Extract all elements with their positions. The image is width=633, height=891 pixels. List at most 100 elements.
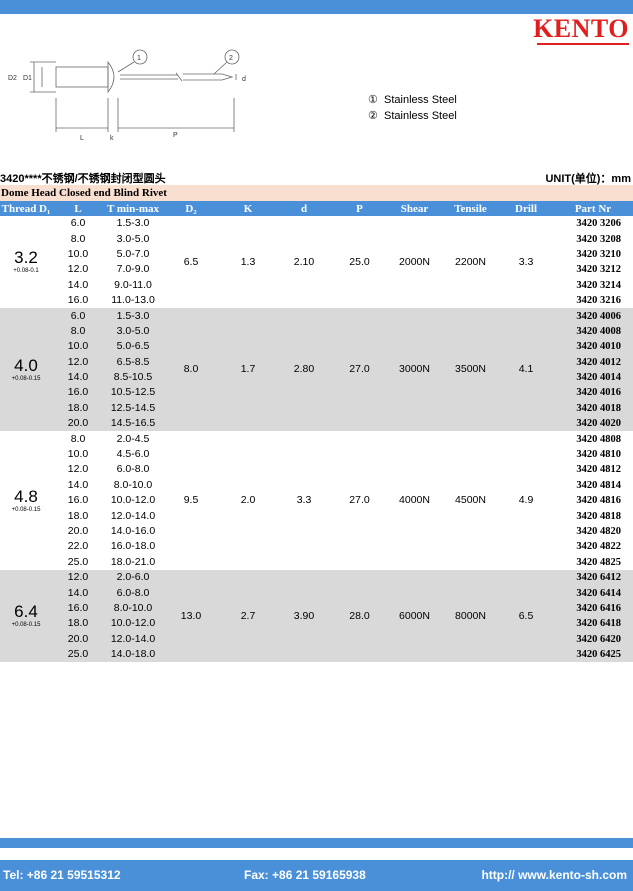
part-number-cell: 3420 3210 bbox=[576, 248, 621, 260]
material-marker: ① bbox=[368, 94, 378, 106]
d-cell: 3.90 bbox=[276, 569, 332, 663]
grip-range-cell: 2.0-4.5 bbox=[116, 432, 150, 445]
length-cell: 12.0 bbox=[52, 569, 104, 586]
part-number-cell: 3420 3216 bbox=[576, 295, 621, 307]
length-cell: 14.0 bbox=[52, 585, 104, 601]
grip-range-cell: 8.0-10.0 bbox=[113, 478, 153, 491]
grip-range-cell: 12.0-14.0 bbox=[110, 509, 156, 522]
part-number-cell: 3420 3208 bbox=[576, 233, 621, 245]
grip-range-cell: 1.5-3.0 bbox=[116, 217, 150, 230]
grip-range-cell: 3.0-5.0 bbox=[104, 323, 162, 340]
column-header: K bbox=[220, 201, 276, 216]
grip-range-cell: 18.0-21.0 bbox=[110, 555, 156, 568]
part-number-cell: 3420 6416 bbox=[553, 600, 633, 617]
length-cell: 14.0 bbox=[52, 369, 104, 386]
grip-range-cell: 14.0-16.0 bbox=[110, 525, 156, 537]
length-cell: 16.0 bbox=[67, 294, 89, 307]
part-number-cell: 3420 3214 bbox=[576, 279, 621, 291]
length-cell: 18.0 bbox=[67, 509, 89, 522]
part-number-cell: 3420 6420 bbox=[553, 631, 633, 647]
thread-diameter: 4.8 bbox=[14, 486, 38, 506]
length-cell: 12.0 bbox=[52, 354, 104, 370]
table-header-row: Thread D₁ L T min-max D₂ Kd P Shear Tensile Dril… bbox=[0, 201, 633, 216]
thread-tolerance: +0.08-0.15 bbox=[11, 375, 41, 382]
brand-logo: KENTO bbox=[533, 14, 629, 43]
d2-cell: 8.0 bbox=[162, 308, 220, 432]
d2-cell: 6.5 bbox=[183, 255, 199, 268]
grip-range-cell: 6.0-8.0 bbox=[116, 463, 150, 476]
grip-range-cell: 11.0-13.0 bbox=[111, 294, 155, 307]
grip-range-cell: 6.5-8.5 bbox=[104, 354, 162, 370]
length-cell: 18.0 bbox=[52, 400, 104, 417]
length-cell: 14.0 bbox=[67, 478, 89, 491]
footer-website-link[interactable]: http:// www.kento-sh.com bbox=[481, 868, 627, 882]
table-row: 4.0 +0.08-0.15 6.0 1.5-3.0 8.0 1.7 2.80 27.0 300… bbox=[0, 308, 633, 432]
p-cell: 25.0 bbox=[349, 255, 370, 268]
grip-range-cell: 9.0-11.0 bbox=[114, 278, 152, 291]
grip-range-cell: 8.5-10.5 bbox=[104, 369, 162, 386]
tensile-cell: 8000N bbox=[442, 569, 499, 663]
k-cell: 1.7 bbox=[220, 308, 276, 432]
d2-cell: 13.0 bbox=[162, 569, 220, 663]
thread-diameter: 3.2 bbox=[14, 248, 38, 268]
material-marker: ② bbox=[368, 110, 378, 122]
column-header: L bbox=[52, 201, 104, 216]
drill-cell: 4.9 bbox=[518, 494, 534, 507]
p-cell: 28.0 bbox=[332, 569, 387, 663]
thread-cell: 4.0 +0.08-0.15 bbox=[0, 308, 52, 432]
thread-diameter: 6.4 bbox=[14, 602, 38, 622]
thread-cell: 4.8 +0.08-0.15 bbox=[0, 431, 52, 570]
length-cell: 14.0 bbox=[67, 278, 89, 291]
column-header: D₂ bbox=[162, 201, 220, 216]
materials-list: ① Stainless Steel ② Stainless Steel bbox=[368, 92, 457, 124]
column-header: Tensile bbox=[442, 201, 499, 216]
part-number-cell: 3420 4822 bbox=[576, 541, 621, 553]
part-number-cell: 3420 4008 bbox=[553, 323, 633, 340]
shear-cell: 3000N bbox=[387, 308, 442, 432]
length-cell: 22.0 bbox=[67, 540, 89, 553]
product-code-title: 3420****不锈钢/不锈钢封闭型圆头 bbox=[0, 173, 166, 185]
part-number-cell: 3420 4018 bbox=[553, 400, 633, 417]
length-cell: 18.0 bbox=[52, 616, 104, 632]
length-cell: 20.0 bbox=[52, 631, 104, 647]
thread-tolerance: +0.08-0.1 bbox=[13, 268, 39, 275]
label-p: P bbox=[173, 132, 178, 139]
part-number-cell: 3420 4810 bbox=[576, 449, 621, 461]
thread-tolerance: +0.08-0.15 bbox=[11, 506, 41, 513]
grip-range-cell: 3.0-5.0 bbox=[116, 232, 150, 245]
length-cell: 25.0 bbox=[52, 646, 104, 663]
part-number-cell: 3420 4012 bbox=[553, 354, 633, 370]
length-cell: 10.0 bbox=[67, 247, 89, 260]
grip-range-cell: 1.5-3.0 bbox=[104, 308, 162, 324]
length-cell: 10.0 bbox=[52, 339, 104, 355]
tensile-cell: 4500N bbox=[455, 494, 486, 507]
part-number-cell: 3420 6425 bbox=[553, 646, 633, 663]
label-d1: D1 bbox=[23, 75, 32, 82]
grip-range-cell: 10.0-12.0 bbox=[104, 616, 162, 632]
drill-cell: 6.5 bbox=[499, 569, 553, 663]
grip-range-cell: 8.0-10.0 bbox=[104, 600, 162, 617]
column-header: Thread D₁ bbox=[0, 201, 52, 216]
column-header: P bbox=[332, 201, 387, 216]
material-text: Stainless Steel bbox=[384, 94, 457, 106]
length-cell: 16.0 bbox=[67, 494, 89, 507]
length-cell: 16.0 bbox=[52, 600, 104, 617]
part-number-cell: 3420 4820 bbox=[576, 526, 621, 537]
length-cell: 8.0 bbox=[70, 432, 86, 445]
part-number-cell: 3420 4814 bbox=[576, 479, 621, 491]
label-k: k bbox=[110, 135, 114, 142]
column-header: T min-max bbox=[104, 201, 162, 216]
k-cell: 1.3 bbox=[240, 255, 256, 268]
grip-range-cell: 10.5-12.5 bbox=[104, 385, 162, 401]
length-cell: 8.0 bbox=[52, 323, 104, 340]
grip-range-cell: 6.0-8.0 bbox=[104, 585, 162, 601]
top-bar bbox=[0, 0, 633, 14]
grip-range-cell: 4.5-6.0 bbox=[116, 448, 150, 461]
rivet-head bbox=[107, 60, 115, 94]
length-cell: 20.0 bbox=[52, 416, 104, 432]
part-number-cell: 3420 4818 bbox=[576, 510, 621, 522]
p-cell: 27.0 bbox=[349, 494, 370, 507]
callout-2: 2 bbox=[229, 55, 233, 62]
drill-cell: 3.3 bbox=[518, 255, 534, 268]
part-number-cell: 3420 4014 bbox=[553, 369, 633, 386]
